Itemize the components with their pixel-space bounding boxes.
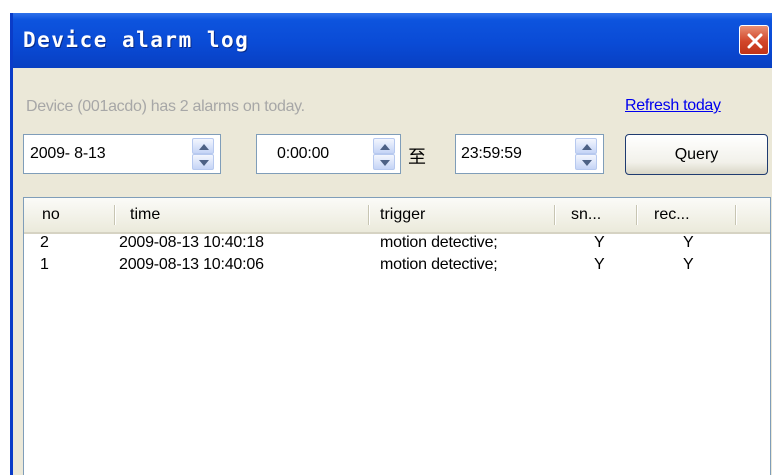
range-separator: 至 xyxy=(408,147,426,167)
row-time: 2009-08-13 10:40:18 xyxy=(119,234,264,251)
arrow-down-icon xyxy=(582,160,592,166)
column-divider[interactable] xyxy=(735,205,736,225)
column-divider[interactable] xyxy=(554,205,555,225)
table-row[interactable]: 2 2009-08-13 10:40:18 motion detective; … xyxy=(24,234,770,256)
column-header-record[interactable]: rec... xyxy=(654,198,690,232)
row-trigger: motion detective; xyxy=(380,234,498,251)
close-button[interactable] xyxy=(739,25,769,55)
row-snapshot: Y xyxy=(594,234,605,251)
column-divider[interactable] xyxy=(636,205,637,225)
row-record: Y xyxy=(683,234,694,251)
column-header-time[interactable]: time xyxy=(130,198,160,232)
row-trigger: motion detective; xyxy=(380,256,498,273)
start-time-spin-down-button[interactable] xyxy=(373,154,395,170)
alarm-list[interactable]: no time trigger sn... rec... 2 2009-08-1… xyxy=(23,197,771,475)
row-time: 2009-08-13 10:40:06 xyxy=(119,256,264,273)
table-row[interactable]: 1 2009-08-13 10:40:06 motion detective; … xyxy=(24,256,770,278)
end-time-value: 23:59:59 xyxy=(461,145,522,162)
date-spinner[interactable] xyxy=(192,138,214,170)
end-time-spinner[interactable] xyxy=(575,138,597,170)
column-header-no[interactable]: no xyxy=(42,198,60,232)
arrow-up-icon xyxy=(199,144,209,150)
row-no: 2 xyxy=(40,234,49,251)
alarm-log-window: Device alarm log Device (001acdo) has 2 … xyxy=(10,13,772,475)
column-header-trigger[interactable]: trigger xyxy=(380,198,425,232)
date-value: 2009- 8-13 xyxy=(30,145,106,162)
refresh-today-link[interactable]: Refresh today xyxy=(625,97,721,115)
date-spin-up-button[interactable] xyxy=(192,138,214,154)
start-time-value: 0:00:00 xyxy=(277,145,329,162)
row-record: Y xyxy=(683,256,694,273)
column-header-snapshot[interactable]: sn... xyxy=(571,198,601,232)
list-header: no time trigger sn... rec... xyxy=(24,198,770,234)
end-time-spin-down-button[interactable] xyxy=(575,154,597,170)
date-spin-down-button[interactable] xyxy=(192,154,214,170)
end-time-field[interactable]: 23:59:59 xyxy=(455,134,604,174)
query-button[interactable]: Query xyxy=(625,134,768,175)
column-divider[interactable] xyxy=(368,205,369,225)
row-no: 1 xyxy=(40,256,49,273)
start-time-spinner[interactable] xyxy=(373,138,395,170)
arrow-down-icon xyxy=(199,160,209,166)
end-time-spin-up-button[interactable] xyxy=(575,138,597,154)
column-divider[interactable] xyxy=(114,205,115,225)
date-picker-field[interactable]: 2009- 8-13 xyxy=(23,134,221,174)
arrow-up-icon xyxy=(582,144,592,150)
start-time-spin-up-button[interactable] xyxy=(373,138,395,154)
window-title: Device alarm log xyxy=(23,28,250,52)
start-time-field[interactable]: 0:00:00 xyxy=(256,134,401,174)
title-bar[interactable]: Device alarm log xyxy=(13,13,772,68)
alarm-count-status: Device (001acdo) has 2 alarms on today. xyxy=(26,98,305,115)
arrow-down-icon xyxy=(380,160,390,166)
arrow-up-icon xyxy=(380,144,390,150)
row-snapshot: Y xyxy=(594,256,605,273)
close-x-icon xyxy=(747,33,763,49)
